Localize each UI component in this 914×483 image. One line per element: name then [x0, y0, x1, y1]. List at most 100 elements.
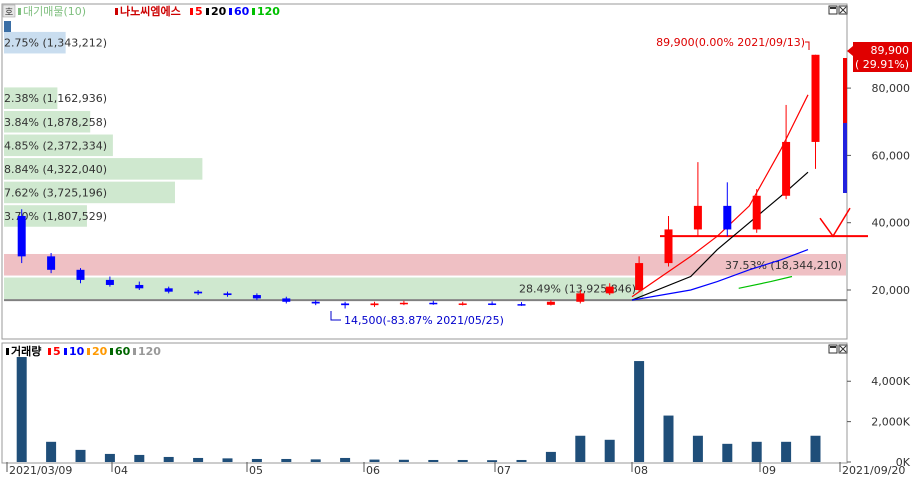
volume-profile-label: 2.38% (1,162,936) [4, 92, 107, 105]
candle-body [811, 54, 820, 142]
volume-bar [340, 457, 351, 462]
candle-body [664, 229, 673, 264]
candle-body [546, 301, 555, 305]
price-axis-label: 20,000 [872, 284, 911, 297]
volume-bar [428, 459, 439, 462]
volume-bar [545, 451, 556, 462]
candle-body [76, 269, 85, 280]
volume-bar [634, 361, 645, 462]
x-axis-label: 2021/03/09 [9, 464, 72, 477]
volume-bar [781, 441, 792, 462]
candle-body [635, 263, 644, 290]
volume-bar [222, 458, 233, 462]
chart-window: 2.75% (1,343,212) 2.38% (1,162,936) 3.84% … [0, 0, 914, 479]
volume-bar [751, 441, 762, 462]
legend-label: 거래량 [11, 344, 41, 358]
volume-bar [810, 435, 821, 462]
x-axis-label: 04 [114, 464, 128, 477]
volume-bar [134, 454, 145, 462]
volume-bar [281, 458, 292, 462]
volume-bar [310, 459, 321, 462]
legend-swatch [18, 8, 21, 15]
price-axis-label: 60,000 [872, 149, 911, 162]
restore-icon [830, 7, 836, 9]
candle-body [429, 302, 438, 305]
x-axis-label: 05 [249, 464, 263, 477]
chart-canvas: 2.75% (1,343,212) 2.38% (1,162,936) 3.84% … [0, 0, 914, 479]
legend-swatch [115, 8, 118, 15]
upper-legend: 호 대기매물(10) 나노씨엠에스 5 20 60 120 [2, 4, 280, 18]
candle-body [752, 195, 761, 230]
period-high-annotation: 89,900(0.00% 2021/09/13) [656, 36, 805, 49]
x-axis-label: 08 [634, 464, 648, 477]
legend-label: 10 [69, 345, 85, 358]
volume-bar [163, 456, 174, 462]
candle-body [17, 215, 26, 257]
candle-body [341, 303, 350, 306]
volume-profile-label: 37.53% (18,344,210) [725, 259, 842, 272]
period-low-annotation: 14,500(-83.87% 2021/05/25) [344, 314, 504, 327]
legend-label: 5 [195, 5, 203, 18]
volume-profile-bar [4, 253, 846, 276]
volume-bar [575, 435, 586, 462]
x-axis-label: 2021/09/20 [842, 464, 905, 477]
legend-swatch [133, 348, 136, 355]
price-axis-label: 80,000 [872, 82, 911, 95]
legend-swatch [206, 8, 209, 15]
candle-body [311, 301, 320, 304]
legend-label: 나노씨엠에스 [120, 4, 181, 18]
x-axis-label: 06 [366, 464, 380, 477]
legend-swatch [229, 8, 232, 15]
x-axis-label: 07 [497, 464, 511, 477]
background [0, 0, 914, 479]
candle-body [105, 279, 114, 285]
legend-swatch [252, 8, 255, 15]
candle-body [47, 256, 56, 270]
volume-bar [457, 459, 468, 462]
volume-bar [487, 460, 498, 462]
legend-label: 120 [138, 345, 161, 358]
volume-profile-label: 8.84% (4,322,040) [4, 163, 107, 176]
legend-swatch [110, 348, 113, 355]
candle-body [370, 303, 379, 306]
candle-body [605, 286, 614, 294]
right-edge-up-bar [843, 58, 847, 123]
volume-profile-label: 3.84% (1,878,258) [4, 116, 107, 129]
side-scroll-marker[interactable] [4, 21, 11, 32]
legend-swatch [64, 348, 67, 355]
volume-bar [516, 459, 527, 462]
volume-bar [16, 357, 27, 462]
candle-body [488, 303, 497, 305]
candle-body [782, 141, 791, 196]
volume-bar [398, 459, 409, 462]
volume-profile-label: 4.85% (2,372,334) [4, 139, 107, 152]
candle-body [223, 293, 232, 296]
candle-body [517, 304, 526, 306]
price-axis-label: 40,000 [872, 217, 911, 230]
lower-legend: 거래량 5 10 20 60 120 [6, 344, 161, 358]
legend-label: 60 [234, 5, 250, 18]
current-price-change: ( 29.91%) [855, 58, 909, 71]
candle-body [723, 205, 732, 230]
right-edge-down-bar [843, 123, 847, 193]
legend-label: 60 [115, 345, 131, 358]
candle-body [399, 302, 408, 305]
legend-label: 120 [257, 5, 280, 18]
candle-body [282, 298, 291, 302]
volume-bar [193, 457, 204, 462]
volume-bar [104, 453, 115, 462]
volume-bar [604, 439, 615, 462]
x-axis-label: 09 [762, 464, 776, 477]
candle-body [693, 205, 702, 230]
candle-body [194, 291, 203, 294]
candle-body [164, 288, 173, 292]
volume-profile-label: 2.75% (1,343,212) [4, 37, 107, 50]
volume-bar [75, 449, 86, 462]
candle-body [135, 284, 144, 289]
legend-collapse-glyph: 호 [5, 7, 13, 18]
legend-swatch [190, 8, 193, 15]
volume-bar [369, 459, 380, 462]
volume-bar [722, 443, 733, 462]
volume-axis-label: 2,000K [871, 416, 910, 429]
legend-swatch [87, 348, 90, 355]
